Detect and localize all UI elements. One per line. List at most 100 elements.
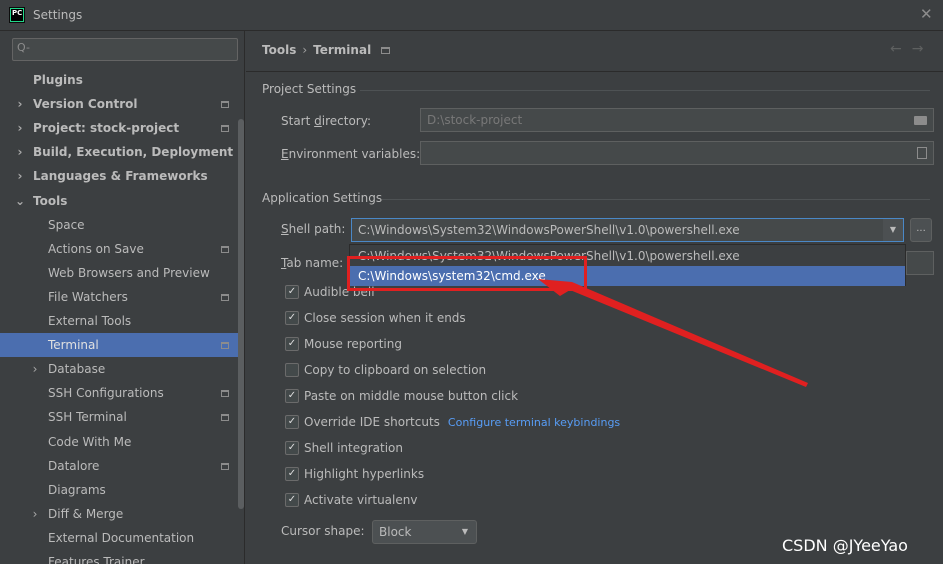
environment-variables-label: Environment variables: (281, 147, 421, 161)
project-scope-icon (221, 414, 229, 421)
project-settings-title: Project Settings (262, 82, 357, 96)
project-scope-icon (221, 101, 229, 108)
breadcrumb: Tools › Terminal (262, 43, 391, 57)
checkbox-box[interactable]: ✓ (285, 467, 299, 481)
dropdown-arrow-icon[interactable]: ▼ (462, 521, 468, 543)
sidebar-item-diff-merge[interactable]: › Diff & Merge (0, 502, 238, 526)
cursor-shape-combo[interactable]: Block ▼ (372, 520, 477, 544)
settings-sidebar: Q- Plugins › Version Control › Project: stoc… (0, 31, 245, 564)
dropdown-option-powershell[interactable]: C:\Windows\System32\WindowsPowerShell\v1… (350, 246, 905, 266)
checkbox-box[interactable]: ✓ (285, 415, 299, 429)
start-directory-field[interactable]: D:\stock-project (420, 108, 934, 132)
sidebar-item-label: Datalore (48, 459, 100, 473)
chevron-right-icon[interactable]: › (14, 92, 26, 116)
section-divider (360, 90, 930, 91)
chevron-right-icon[interactable]: › (29, 357, 41, 381)
sidebar-item-tools[interactable]: ⌄ Tools (0, 189, 238, 213)
sidebar-item-label: Build, Execution, Deployment (33, 145, 234, 159)
sidebar-item-label: Space (48, 218, 85, 232)
sidebar-item-external-documentation[interactable]: External Documentation (0, 526, 238, 550)
checkbox-label: Paste on middle mouse button click (304, 389, 519, 403)
checkbox-label: Activate virtualenv (304, 493, 418, 507)
section-divider (382, 199, 930, 200)
sidebar-item-label: Actions on Save (48, 242, 144, 256)
header-divider (246, 71, 943, 72)
project-scope-icon (221, 294, 229, 301)
settings-main-panel: Tools › Terminal ←→ Project Settings Start… (246, 31, 943, 564)
search-icon: Q- (17, 41, 30, 54)
project-scope-icon (221, 463, 229, 470)
sidebar-item-code-with-me[interactable]: Code With Me (0, 430, 238, 454)
sidebar-item-datalore[interactable]: Datalore (0, 454, 238, 478)
sidebar-item-label: Features Trainer (48, 555, 145, 564)
sidebar-item-label: Diagrams (48, 483, 106, 497)
sidebar-item-project-stock-project[interactable]: › Project: stock-project (0, 116, 238, 140)
sidebar-item-web-browsers-and-preview[interactable]: Web Browsers and Preview (0, 261, 238, 285)
sidebar-item-languages-frameworks[interactable]: › Languages & Frameworks (0, 164, 238, 188)
checkbox-box[interactable] (285, 363, 299, 377)
project-scope-icon (221, 342, 229, 349)
breadcrumb-tools[interactable]: Tools (262, 43, 296, 57)
dropdown-option-cmd[interactable]: C:\Windows\system32\cmd.exe (350, 266, 905, 286)
title-bar: PC Settings ✕ (0, 0, 943, 31)
chevron-right-icon[interactable]: › (14, 116, 26, 140)
sidebar-item-external-tools[interactable]: External Tools (0, 309, 238, 333)
sidebar-item-ssh-terminal[interactable]: SSH Terminal (0, 405, 238, 429)
sidebar-scrollbar[interactable] (238, 119, 244, 509)
sidebar-item-plugins[interactable]: Plugins (0, 68, 238, 92)
sidebar-item-label: File Watchers (48, 290, 128, 304)
back-forward-arrows[interactable]: ←→ (890, 41, 933, 57)
tab-name-field[interactable] (906, 251, 934, 275)
start-directory-label: Start directory: (281, 114, 372, 128)
environment-variables-field[interactable] (420, 141, 934, 165)
checkbox-box[interactable]: ✓ (285, 441, 299, 455)
checkbox-label: Close session when it ends (304, 311, 466, 325)
sidebar-item-label: SSH Configurations (48, 386, 164, 400)
sidebar-item-space[interactable]: Space (0, 213, 238, 237)
chevron-right-icon[interactable]: › (29, 502, 41, 526)
browse-button[interactable]: ... (910, 218, 932, 242)
chevron-right-icon[interactable]: › (14, 140, 26, 164)
checkbox-box[interactable]: ✓ (285, 311, 299, 325)
close-icon[interactable]: ✕ (920, 5, 933, 23)
shell-path-label: Shell path: (281, 222, 346, 236)
edit-document-icon[interactable] (917, 147, 927, 159)
folder-icon[interactable] (914, 116, 927, 125)
settings-search-input[interactable]: Q- (12, 38, 238, 61)
sidebar-item-build-execution-deployment[interactable]: › Build, Execution, Deployment (0, 140, 238, 164)
sidebar-item-diagrams[interactable]: Diagrams (0, 478, 238, 502)
sidebar-item-label: Web Browsers and Preview (48, 266, 210, 280)
sidebar-item-features-trainer[interactable]: Features Trainer (0, 550, 238, 564)
application-settings-title: Application Settings (262, 191, 383, 205)
breadcrumb-separator: › (302, 43, 308, 57)
sidebar-item-ssh-configurations[interactable]: SSH Configurations (0, 381, 238, 405)
checkbox-label: Copy to clipboard on selection (304, 363, 487, 377)
checkbox-box[interactable]: ✓ (285, 337, 299, 351)
checkbox-label: Highlight hyperlinks (304, 467, 425, 481)
checkbox-box[interactable]: ✓ (285, 493, 299, 507)
sidebar-item-version-control[interactable]: › Version Control (0, 92, 238, 116)
sidebar-item-label: Version Control (33, 97, 138, 111)
sidebar-item-label: Diff & Merge (48, 507, 124, 521)
configure-keybindings-link[interactable]: Configure terminal keybindings (448, 416, 620, 429)
chevron-right-icon[interactable]: › (14, 164, 26, 188)
sidebar-item-label: External Tools (48, 314, 132, 328)
shell-path-combo[interactable]: C:\Windows\System32\WindowsPowerShell\v1… (351, 218, 904, 242)
sidebar-item-database[interactable]: › Database (0, 357, 238, 381)
dropdown-arrow-icon[interactable]: ▼ (883, 219, 903, 241)
sidebar-item-label: Terminal (48, 338, 99, 352)
chevron-down-icon[interactable]: ⌄ (14, 189, 26, 213)
window-title: Settings (33, 8, 83, 22)
sidebar-item-terminal[interactable]: Terminal (0, 333, 238, 357)
breadcrumb-terminal: Terminal (313, 43, 372, 57)
sidebar-item-label: Languages & Frameworks (33, 169, 208, 183)
checkbox-box[interactable]: ✓ (285, 389, 299, 403)
sidebar-item-label: Plugins (33, 73, 83, 87)
shell-path-dropdown-popup: C:\Windows\System32\WindowsPowerShell\v1… (349, 244, 906, 286)
tab-name-label: Tab name: (281, 256, 344, 270)
sidebar-item-file-watchers[interactable]: File Watchers (0, 285, 238, 309)
pycharm-app-icon: PC (9, 7, 25, 23)
checkbox-label: Mouse reporting (304, 337, 402, 351)
sidebar-item-actions-on-save[interactable]: Actions on Save (0, 237, 238, 261)
checkbox-box[interactable]: ✓ (285, 285, 299, 299)
